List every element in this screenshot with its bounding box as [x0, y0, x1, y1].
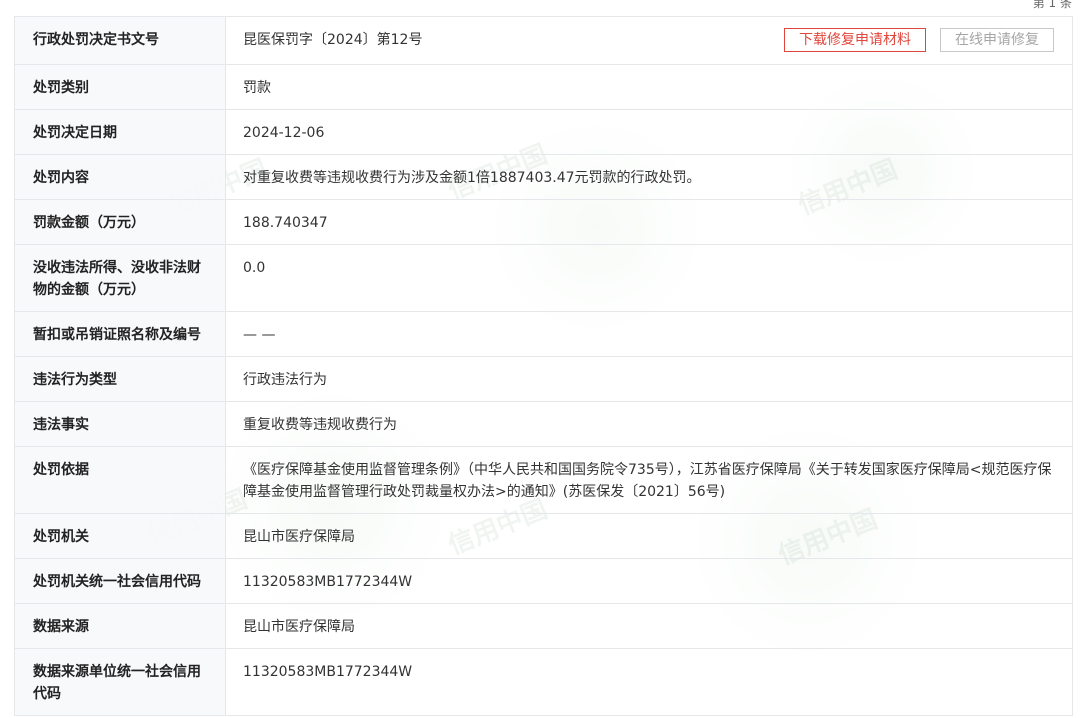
row-value-penalty-authority: 昆山市医疗保障局 [243, 529, 355, 545]
online-repair-apply-button[interactable]: 在线申请修复 [940, 28, 1054, 52]
row-value-data-source: 昆山市医疗保障局 [243, 619, 355, 635]
row-label-penalty-category: 处罚类别 [15, 65, 226, 109]
row-value-source-credit-code: 11320583MB1772344W [243, 664, 413, 680]
row-label-data-source: 数据来源 [15, 604, 226, 648]
row-value-violation-type: 行政违法行为 [243, 372, 327, 388]
penalty-detail-table: 信用中国 信用中国 信用中国 信用中国 信用中国 信用中国 行政处罚决定书文号 … [14, 16, 1073, 716]
table-row: 没收违法所得、没收非法财物的金额（万元） 0.0 [15, 245, 1072, 312]
row-label-decision-number: 行政处罚决定书文号 [15, 17, 226, 64]
row-value-confiscation-amount: 0.0 [243, 260, 266, 276]
row-value-penalty-content: 对重复收费等违规收费行为涉及金额1倍1887403.47元罚款的行政处罚。 [243, 170, 701, 186]
row-label-confiscation-amount: 没收违法所得、没收非法财物的金额（万元） [15, 245, 226, 311]
row-value-license-suspension: — — [243, 327, 276, 343]
table-row: 罚款金额（万元） 188.740347 [15, 200, 1072, 245]
table-row: 处罚机关 昆山市医疗保障局 [15, 514, 1072, 559]
row-value-penalty-basis: 《医疗保障基金使用监督管理条例》（中华人民共和国国务院令735号），江苏省医疗保… [243, 462, 1052, 500]
row-label-authority-credit-code: 处罚机关统一社会信用代码 [15, 559, 226, 603]
row-value-fine-amount: 188.740347 [243, 215, 328, 231]
table-row: 违法行为类型 行政违法行为 [15, 357, 1072, 402]
row-label-penalty-basis: 处罚依据 [15, 447, 226, 513]
row-label-violation-facts: 违法事实 [15, 402, 226, 446]
download-repair-materials-button[interactable]: 下载修复申请材料 [784, 28, 926, 52]
table-row: 处罚内容 对重复收费等违规收费行为涉及金额1倍1887403.47元罚款的行政处… [15, 155, 1072, 200]
page: 第 1 条 信用中国 信用中国 信用中国 信用中国 信用中国 信用中国 行政处罚… [0, 0, 1080, 718]
decision-number-text: 昆医保罚字〔2024〕第12号 [243, 32, 423, 48]
table-row: 行政处罚决定书文号 昆医保罚字〔2024〕第12号 下载修复申请材料 在线申请修… [15, 17, 1072, 65]
row-value-penalty-category: 罚款 [243, 80, 271, 96]
row-label-penalty-authority: 处罚机关 [15, 514, 226, 558]
row-value-decision-number: 昆医保罚字〔2024〕第12号 下载修复申请材料 在线申请修复 [226, 17, 1072, 64]
row-label-source-credit-code: 数据来源单位统一社会信用代码 [15, 649, 226, 715]
row-value-decision-date: 2024-12-06 [243, 125, 325, 141]
table-row: 处罚依据 《医疗保障基金使用监督管理条例》（中华人民共和国国务院令735号），江… [15, 447, 1072, 514]
page-indicator: 第 1 条 [1032, 0, 1072, 10]
row-value-violation-facts: 重复收费等违规收费行为 [243, 417, 397, 433]
table-row: 处罚机关统一社会信用代码 11320583MB1772344W [15, 559, 1072, 604]
row-label-decision-date: 处罚决定日期 [15, 110, 226, 154]
table-row: 违法事实 重复收费等违规收费行为 [15, 402, 1072, 447]
row-label-license-suspension: 暂扣或吊销证照名称及编号 [15, 312, 226, 356]
table-row: 处罚类别 罚款 [15, 65, 1072, 110]
table-row: 数据来源单位统一社会信用代码 11320583MB1772344W [15, 649, 1072, 715]
table-row: 处罚决定日期 2024-12-06 [15, 110, 1072, 155]
row-label-violation-type: 违法行为类型 [15, 357, 226, 401]
row-label-fine-amount: 罚款金额（万元） [15, 200, 226, 244]
table-row: 数据来源 昆山市医疗保障局 [15, 604, 1072, 649]
table-row: 暂扣或吊销证照名称及编号 — — [15, 312, 1072, 357]
row-label-penalty-content: 处罚内容 [15, 155, 226, 199]
row-value-authority-credit-code: 11320583MB1772344W [243, 574, 413, 590]
row-actions: 下载修复申请材料 在线申请修复 [784, 28, 1054, 52]
